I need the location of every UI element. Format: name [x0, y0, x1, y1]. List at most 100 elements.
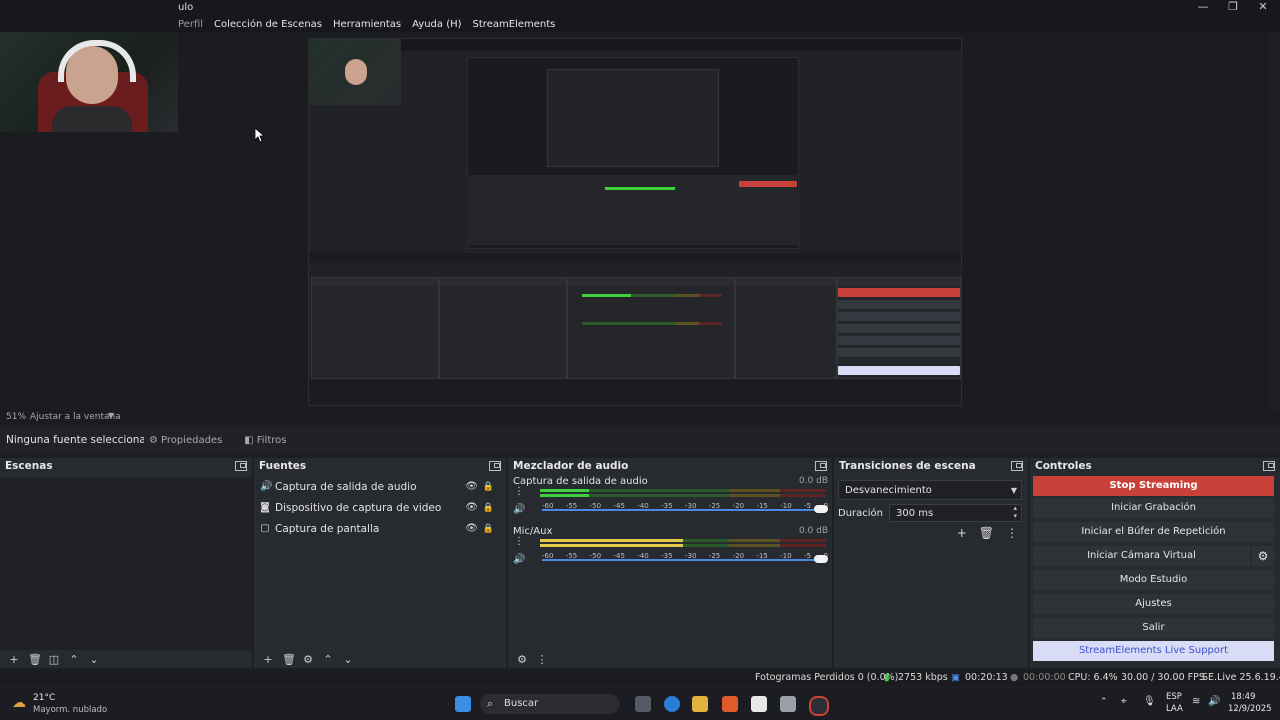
gear-icon[interactable]: ⚙	[516, 653, 528, 666]
gear-icon[interactable]: ⚙	[1252, 546, 1274, 566]
list-item[interactable]: 🔊 Captura de salida de audio 👁 🔒	[254, 476, 506, 497]
lock-icon[interactable]: 🔒	[483, 524, 494, 534]
windows-start-icon[interactable]	[455, 696, 471, 712]
menu-profile[interactable]: Perfil	[178, 19, 203, 30]
live-support-button[interactable]: StreamElements Live Support	[1033, 641, 1274, 661]
more-options-icon[interactable]: ⋮	[1006, 526, 1018, 540]
list-item[interactable]: ▢ Captura de pantalla 👁 🔒	[254, 518, 506, 539]
eye-icon[interactable]: 👁	[465, 523, 478, 534]
move-up-icon[interactable]: ⌃	[68, 653, 80, 666]
title-bar: ulo — ❐ ✕	[0, 0, 1280, 16]
network-icon[interactable]: ⌖	[1121, 696, 1127, 707]
lock-icon[interactable]: 🔒	[483, 482, 494, 492]
transitions-dock: Transiciones de escena Desvanecimiento ▼…	[834, 458, 1028, 668]
language-code[interactable]: ESP	[1166, 692, 1182, 702]
scenes-list[interactable]	[0, 478, 252, 650]
preview-canvas[interactable]	[0, 32, 1268, 410]
chevron-down-icon[interactable]: ▼	[108, 411, 114, 420]
virtual-camera-button[interactable]: Iniciar Cámara Virtual	[1033, 546, 1250, 566]
move-down-icon[interactable]: ⌄	[88, 653, 100, 666]
app-icon[interactable]	[780, 696, 796, 712]
chevron-down-icon: ▼	[1010, 485, 1017, 495]
search-label: Buscar	[504, 698, 539, 709]
filter-icon[interactable]: ◫	[48, 653, 60, 666]
volume-slider-handle[interactable]	[814, 505, 828, 513]
eye-icon[interactable]: 👁	[465, 502, 478, 513]
meter-level	[540, 494, 589, 497]
transition-select[interactable]: Desvanecimiento ▼	[838, 480, 1022, 500]
maximize-button[interactable]: ❐	[1218, 0, 1248, 16]
replay-buffer-button[interactable]: Iniciar el Búfer de Repetición	[1033, 522, 1274, 542]
weather-desc[interactable]: Mayorm. nublado	[33, 705, 107, 715]
minimize-button[interactable]: —	[1188, 0, 1218, 16]
webcam-feed	[0, 32, 178, 132]
close-button[interactable]: ✕	[1248, 0, 1278, 16]
clock-date[interactable]: 12/9/2025	[1228, 704, 1272, 714]
dropped-frames: Fotogramas Perdidos 0 (0.0%)	[755, 672, 899, 683]
chevron-up-icon[interactable]: ⌃	[1100, 697, 1108, 707]
exit-button[interactable]: Salir	[1033, 618, 1274, 638]
volume-slider[interactable]	[542, 559, 820, 561]
speaker-icon[interactable]: 🔊	[513, 504, 525, 515]
menu-streamelements[interactable]: StreamElements	[473, 19, 556, 30]
copilot-icon[interactable]	[664, 696, 680, 712]
undock-icon[interactable]	[235, 461, 247, 471]
stream-time: 00:20:13	[965, 672, 1008, 683]
more-options-icon[interactable]: ⋮	[514, 486, 524, 497]
gear-icon[interactable]: ⚙	[302, 653, 314, 666]
stop-streaming-button[interactable]: Stop Streaming	[1033, 476, 1274, 496]
weather-temp[interactable]: 21°C	[33, 693, 55, 703]
start-recording-button[interactable]: Iniciar Grabación	[1033, 498, 1274, 518]
volume-slider-handle[interactable]	[814, 555, 828, 563]
obs-icon[interactable]	[809, 696, 829, 716]
keyboard-layout[interactable]: LAA	[1166, 704, 1183, 714]
taskbar-search[interactable]: ⌕ Buscar	[480, 694, 620, 714]
meter-level	[540, 489, 589, 492]
move-up-icon[interactable]: ⌃	[322, 653, 334, 666]
properties-button[interactable]: ⚙ Propiedades	[144, 431, 227, 450]
eye-icon[interactable]: 👁	[465, 481, 478, 492]
volume-slider[interactable]	[542, 509, 820, 511]
undock-icon[interactable]	[815, 461, 827, 471]
list-item[interactable]: ◙ Dispositivo de captura de video 👁 🔒	[254, 497, 506, 518]
menu-help[interactable]: Ayuda (H)	[412, 19, 461, 30]
clock-time[interactable]: 18:49	[1231, 692, 1256, 702]
filters-button[interactable]: ◧ Filtros	[239, 431, 291, 450]
menu-tools[interactable]: Herramientas	[333, 19, 401, 30]
sources-list[interactable]: 🔊 Captura de salida de audio 👁 🔒 ◙ Dispo…	[254, 476, 506, 650]
properties-label: Propiedades	[160, 434, 223, 446]
delete-scene-icon[interactable]: 🗑	[28, 653, 42, 666]
audio-meter	[540, 539, 826, 542]
no-source-label: Ninguna fuente seleccionada	[6, 434, 144, 446]
studio-mode-button[interactable]: Modo Estudio	[1033, 570, 1274, 590]
screen-capture-preview	[308, 38, 962, 406]
delete-transition-icon[interactable]: 🗑	[979, 526, 994, 540]
more-options-icon[interactable]: ⋮	[536, 653, 548, 666]
meter-level	[540, 539, 683, 542]
wifi-icon[interactable]: ≋	[1192, 696, 1200, 707]
more-options-icon[interactable]: ⋮	[514, 536, 524, 547]
task-view-icon[interactable]	[635, 696, 651, 712]
undock-icon[interactable]	[489, 461, 501, 471]
delete-source-icon[interactable]: 🗑	[282, 653, 296, 666]
duration-input[interactable]: 300 ms	[889, 504, 1022, 522]
source-label: Dispositivo de captura de video	[275, 501, 442, 514]
browser-icon[interactable]	[722, 696, 738, 712]
store-icon[interactable]	[751, 696, 767, 712]
move-down-icon[interactable]: ⌄	[342, 653, 354, 666]
lock-icon[interactable]: 🔒	[483, 503, 494, 513]
controls-title: Controles	[1035, 460, 1092, 472]
speaker-icon[interactable]: 🔊	[513, 554, 525, 565]
undock-icon[interactable]	[1011, 461, 1023, 471]
add-source-icon[interactable]: +	[262, 653, 274, 666]
folder-icon[interactable]	[692, 696, 708, 712]
volume-icon[interactable]: 🔊	[1208, 696, 1220, 707]
add-transition-icon[interactable]: +	[957, 526, 967, 540]
add-scene-icon[interactable]: +	[8, 653, 20, 666]
settings-button[interactable]: Ajustes	[1033, 594, 1274, 614]
undock-icon[interactable]	[1263, 461, 1275, 471]
record-time: 00:00:00	[1023, 672, 1066, 683]
microphone-icon[interactable]: 🎙	[1143, 696, 1156, 707]
preview-zoom-bar: 51% Ajustar a la ventana ▼	[0, 410, 1280, 424]
menu-scene-collection[interactable]: Colección de Escenas	[214, 19, 322, 30]
